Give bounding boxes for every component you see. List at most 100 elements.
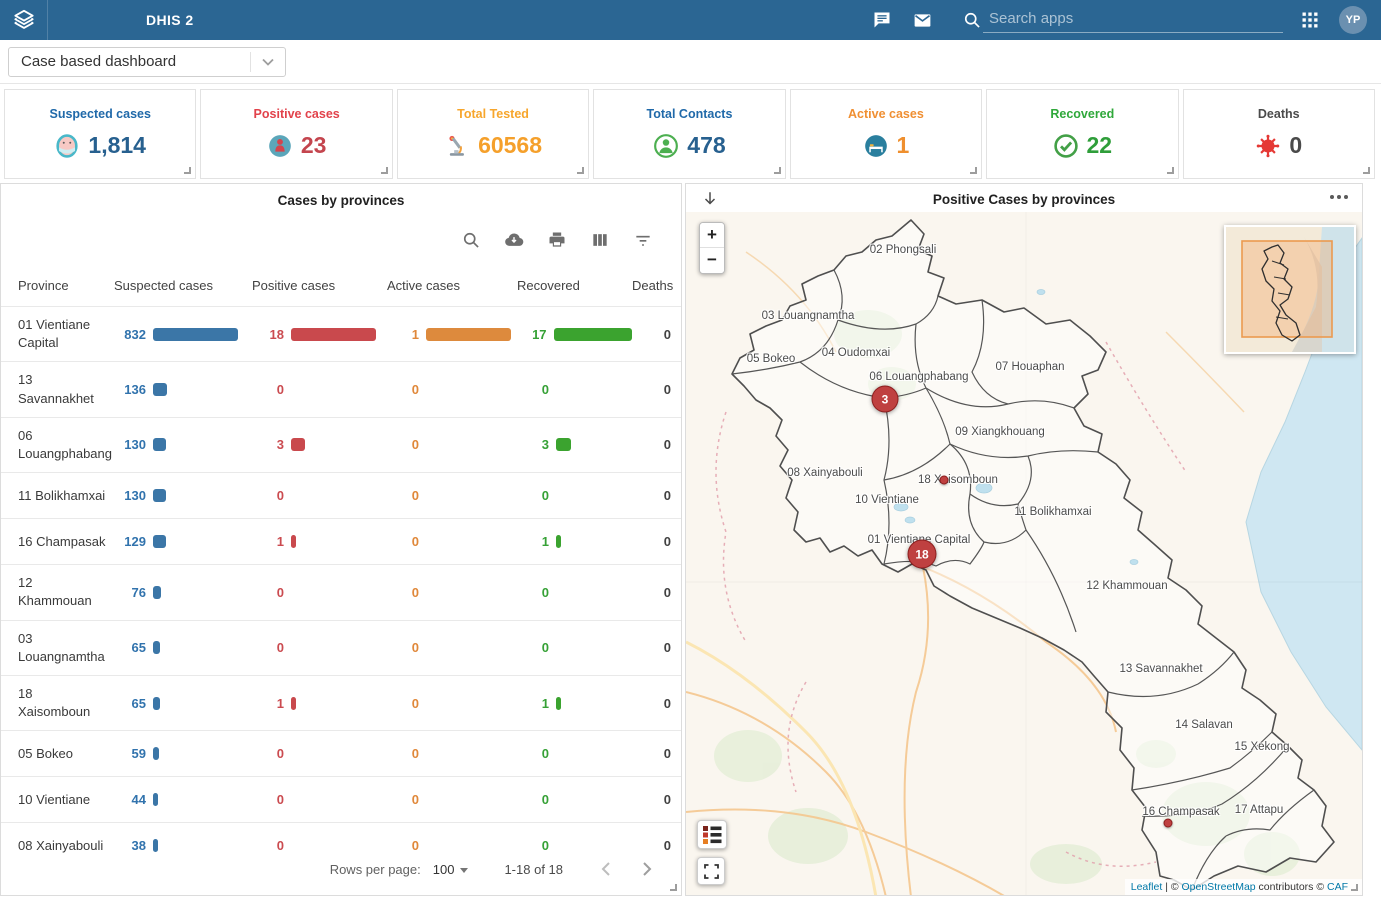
data-bar bbox=[153, 438, 166, 451]
data-bar bbox=[556, 697, 561, 710]
resize-handle[interactable] bbox=[1363, 167, 1370, 174]
card-value: 478 bbox=[687, 132, 725, 159]
province-cell: 08 Xainyabouli bbox=[1, 828, 114, 864]
value-cell: 38 bbox=[114, 838, 252, 853]
value-cell: 3 bbox=[252, 437, 387, 452]
province-cell: 10 Vientiane bbox=[1, 782, 114, 818]
value-cell: 0 bbox=[387, 792, 517, 807]
case-count-marker[interactable]: 18 bbox=[908, 540, 937, 569]
zoom-out-button[interactable]: − bbox=[700, 248, 724, 273]
data-bar bbox=[153, 697, 160, 710]
value-cell: 1 bbox=[252, 534, 387, 549]
table-panel-title: Cases by provinces bbox=[1, 184, 681, 208]
print-icon[interactable] bbox=[547, 230, 567, 250]
deaths-cell: 0 bbox=[632, 640, 681, 655]
card-title: Deaths bbox=[1258, 107, 1300, 121]
value-cell: 0 bbox=[252, 488, 387, 503]
province-cell: 18 Xaisomboun bbox=[1, 676, 114, 730]
zoom-in-button[interactable]: + bbox=[700, 223, 724, 248]
caret-down-icon bbox=[460, 868, 468, 873]
province-cell: 13 Savannakhet bbox=[1, 362, 114, 416]
summary-card-suspected: Suspected cases1,814 bbox=[4, 89, 196, 179]
resize-handle[interactable] bbox=[1167, 167, 1174, 174]
legend-button[interactable] bbox=[697, 820, 727, 849]
chevron-down-icon bbox=[251, 58, 285, 66]
resize-handle[interactable] bbox=[970, 167, 977, 174]
value-cell: 0 bbox=[517, 488, 632, 503]
map-header: Positive Cases by provinces bbox=[686, 184, 1362, 212]
resize-handle[interactable] bbox=[1351, 884, 1358, 891]
user-avatar[interactable]: YP bbox=[1339, 6, 1367, 34]
value-cell: 0 bbox=[387, 696, 517, 711]
apps-grid-icon[interactable] bbox=[1299, 9, 1321, 31]
case-dot-marker[interactable] bbox=[1164, 819, 1173, 828]
more-options-icon[interactable] bbox=[1330, 195, 1348, 199]
carto-link[interactable]: CAF bbox=[1327, 881, 1348, 893]
map-canvas[interactable]: 02 Phongsali03 Louangnamtha05 Bokeo04 Ou… bbox=[686, 212, 1362, 895]
card-title: Recovered bbox=[1050, 107, 1114, 121]
download-icon[interactable] bbox=[504, 230, 524, 250]
summary-card-contacts: Total Contacts478 bbox=[593, 89, 785, 179]
fullscreen-button[interactable] bbox=[697, 857, 725, 885]
data-bar bbox=[153, 641, 160, 654]
value-cell: 136 bbox=[114, 382, 252, 397]
card-title: Active cases bbox=[848, 107, 924, 121]
map-zoom-control: + − bbox=[699, 222, 725, 274]
chat-icon[interactable] bbox=[871, 9, 893, 31]
data-bar bbox=[426, 328, 511, 341]
leaflet-link[interactable]: Leaflet bbox=[1131, 881, 1163, 893]
top-bar: DHIS 2 YP bbox=[0, 0, 1381, 40]
dashboard-panels: Cases by provinces ProvinceSuspected cas… bbox=[0, 183, 1381, 896]
value-cell: 0 bbox=[387, 534, 517, 549]
data-bar bbox=[153, 328, 238, 341]
value-cell: 1 bbox=[517, 696, 632, 711]
mail-icon[interactable] bbox=[911, 9, 933, 31]
data-bar bbox=[291, 328, 376, 341]
pagination-range: 1-18 of 18 bbox=[504, 862, 563, 877]
value-cell: 832 bbox=[114, 327, 252, 342]
deaths-cell: 0 bbox=[632, 534, 681, 549]
province-cell: 06 Louangphabang bbox=[1, 418, 114, 472]
case-count-marker[interactable]: 3 bbox=[872, 386, 899, 413]
positive-cases-map-panel: Positive Cases by provinces bbox=[685, 183, 1363, 896]
next-page-button[interactable] bbox=[635, 857, 659, 881]
value-cell: 0 bbox=[517, 640, 632, 655]
province-cell: 05 Bokeo bbox=[1, 736, 114, 772]
value-cell: 1 bbox=[387, 327, 517, 342]
value-cell: 44 bbox=[114, 792, 252, 807]
filter-icon[interactable] bbox=[633, 230, 653, 250]
dhis2-logo[interactable] bbox=[0, 0, 48, 40]
hospital-bed-icon bbox=[863, 133, 889, 159]
case-dot-marker[interactable] bbox=[940, 476, 949, 485]
columns-icon[interactable] bbox=[590, 230, 610, 250]
resize-handle[interactable] bbox=[670, 884, 677, 891]
table-row: 18 Xaisomboun651010 bbox=[1, 675, 681, 730]
rows-per-page-select[interactable]: 100 bbox=[433, 862, 469, 877]
resize-handle[interactable] bbox=[381, 167, 388, 174]
data-bar bbox=[556, 438, 571, 451]
overview-inset-map[interactable] bbox=[1224, 225, 1356, 354]
previous-page-button[interactable] bbox=[593, 857, 617, 881]
dashboard-select[interactable]: Case based dashboard bbox=[8, 47, 286, 77]
search-icon[interactable] bbox=[461, 230, 481, 250]
osm-link[interactable]: OpenStreetMap bbox=[1182, 881, 1256, 893]
summary-card-recovered: Recovered22 bbox=[986, 89, 1178, 179]
download-arrow-icon[interactable] bbox=[701, 190, 719, 208]
value-cell: 0 bbox=[252, 640, 387, 655]
inset-content bbox=[1226, 227, 1354, 352]
search-apps-input[interactable] bbox=[983, 7, 1283, 33]
value-cell: 0 bbox=[517, 838, 632, 853]
resize-handle[interactable] bbox=[774, 167, 781, 174]
value-cell: 0 bbox=[517, 382, 632, 397]
value-cell: 0 bbox=[252, 746, 387, 761]
table-row: 03 Louangnamtha650000 bbox=[1, 620, 681, 675]
resize-handle[interactable] bbox=[577, 167, 584, 174]
card-value: 23 bbox=[301, 132, 327, 159]
value-cell: 17 bbox=[517, 327, 632, 342]
value-cell: 1 bbox=[517, 534, 632, 549]
deaths-cell: 0 bbox=[632, 437, 681, 452]
value-cell: 129 bbox=[114, 534, 252, 549]
resize-handle[interactable] bbox=[184, 167, 191, 174]
table-body: 01 Vientiane Capital83218117013 Savannak… bbox=[1, 306, 681, 868]
value-cell: 65 bbox=[114, 640, 252, 655]
